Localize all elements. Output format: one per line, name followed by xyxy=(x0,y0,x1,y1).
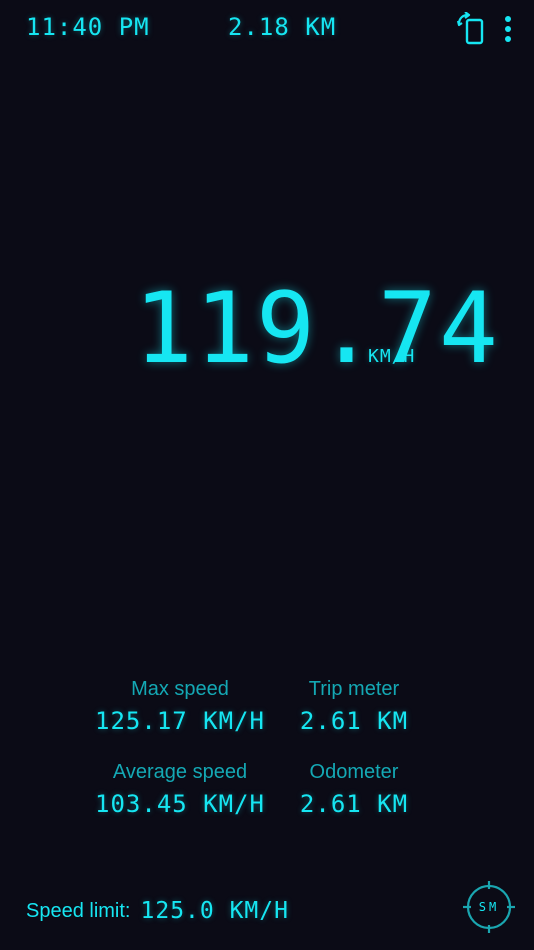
max-speed-value: 125.17 KM/H xyxy=(95,707,265,735)
average-speed-stat: Average speed 103.45 KM/H xyxy=(90,759,270,821)
speed-limit-value: 125.0 KM/H xyxy=(140,898,289,924)
mode-button[interactable]: SM xyxy=(462,880,516,934)
odometer-stat: Odometer 2.61 KM xyxy=(274,759,434,821)
speed-display: 119.74 KM/H xyxy=(0,270,534,390)
speed-unit: KM/H xyxy=(368,346,416,367)
clock-time: 11:40 PM xyxy=(26,13,150,41)
odometer-label: Odometer xyxy=(309,761,399,783)
stats-panel: Max speed 125.17 KM/H Trip meter 2.61 KM… xyxy=(0,676,534,826)
trip-distance: 2.18 KM xyxy=(228,13,337,41)
max-speed-stat: Max speed 125.17 KM/H xyxy=(90,676,270,738)
rotate-screen-button[interactable] xyxy=(455,11,489,46)
more-menu-button[interactable] xyxy=(498,12,518,46)
more-vertical-icon xyxy=(505,16,511,42)
trip-meter-stat[interactable]: Trip meter 2.61 KM xyxy=(274,676,434,738)
speed-limit[interactable]: Speed limit: 125.0 KM/H xyxy=(26,894,289,928)
max-speed-label: Max speed xyxy=(131,678,229,700)
average-speed-value: 103.45 KM/H xyxy=(95,790,265,818)
top-bar: 11:40 PM 2.18 KM xyxy=(0,0,534,60)
mode-button-label: SM xyxy=(478,900,500,914)
trip-meter-value: 2.61 KM xyxy=(299,707,409,735)
rotate-screen-icon xyxy=(456,11,484,45)
trip-meter-label: Trip meter xyxy=(308,678,400,700)
average-speed-label: Average speed xyxy=(112,761,248,783)
current-speed: 119.74 xyxy=(134,272,501,386)
speed-limit-label: Speed limit: xyxy=(26,899,131,922)
odometer-value: 2.61 KM xyxy=(299,790,409,818)
